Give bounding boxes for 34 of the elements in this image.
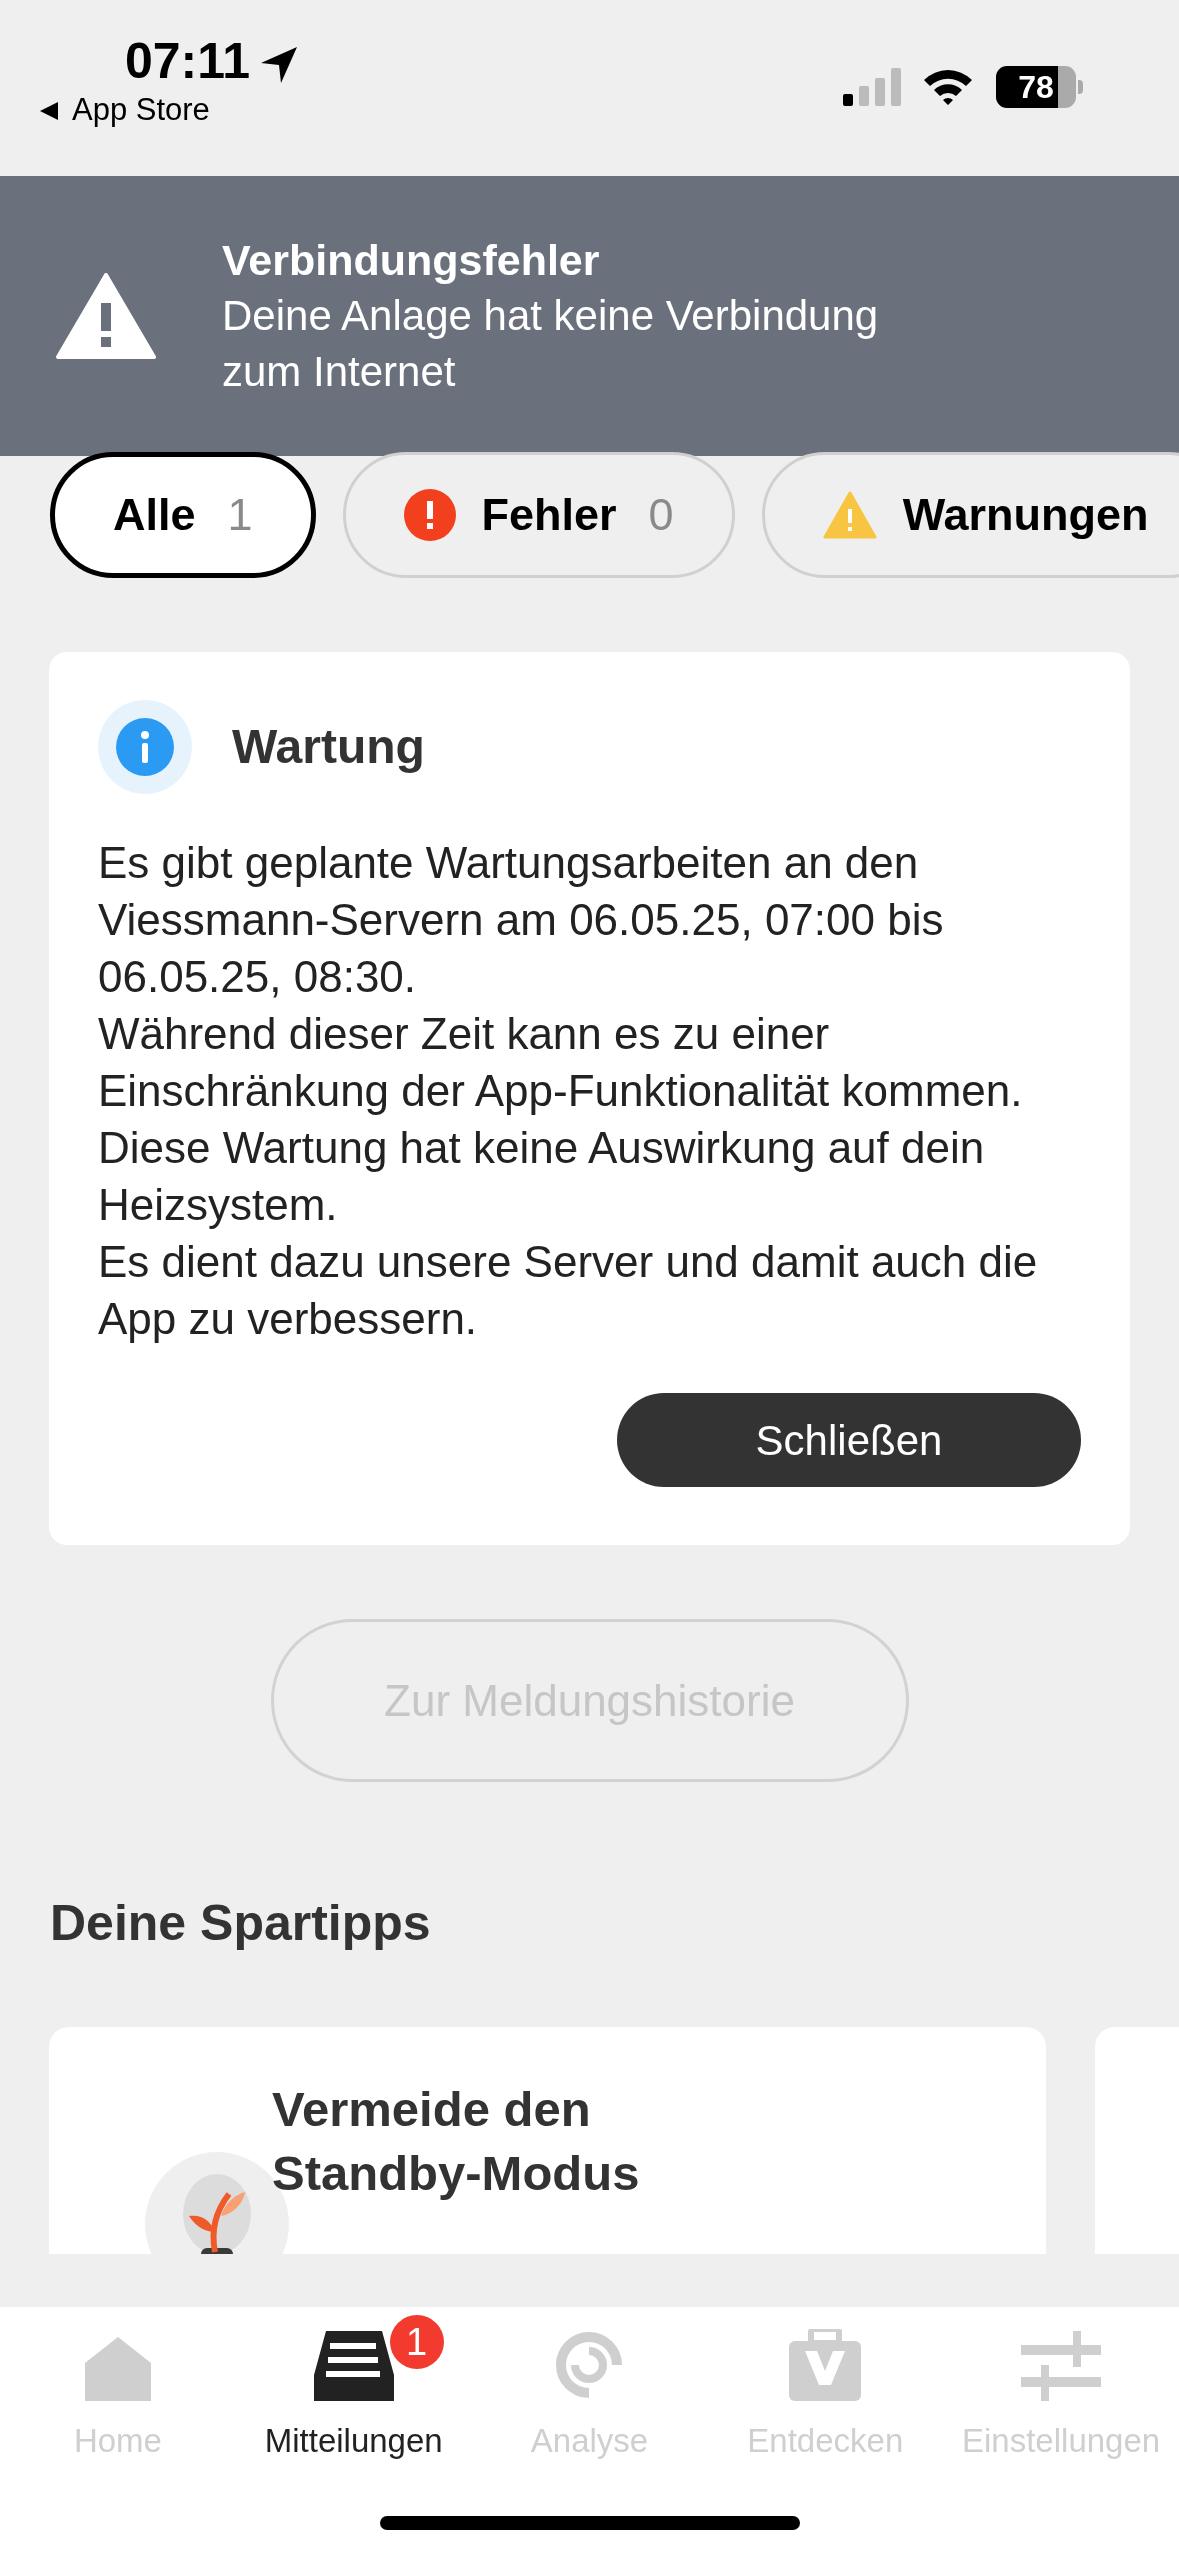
message-paragraph: Es dient dazu unsere Server und damit auch die App zu verbessern. bbox=[98, 1236, 1039, 1345]
warning-icon bbox=[56, 273, 156, 359]
card-title: Wartung bbox=[232, 719, 425, 775]
filter-chip[interactable]: Alle 1 bbox=[50, 452, 316, 578]
message-paragraph: Während dieser Zeit kann es zu einer Einschränkung der App-Funktionalität kommen. bbox=[98, 1008, 1024, 1117]
notification-badge: 1 bbox=[389, 2315, 444, 2369]
inbox-tray-icon bbox=[313, 2331, 394, 2401]
filter-chip[interactable]: Fehler 0 bbox=[342, 452, 735, 578]
info-icon bbox=[98, 700, 192, 794]
sliders-icon bbox=[1021, 2331, 1102, 2401]
back-link[interactable]: App Store bbox=[72, 94, 210, 125]
signal-icon bbox=[843, 68, 903, 106]
tip-title: Vermeide den Standby-Modus bbox=[272, 2081, 641, 2202]
banner-message: Deine Anlage hat keine Verbindung zum Internet bbox=[222, 291, 880, 397]
tip-card[interactable]: Vermeide den Standby-Modus bbox=[49, 2027, 1046, 2254]
briefcase-icon bbox=[789, 2329, 862, 2401]
message-paragraph: Es gibt geplante Wartungsarbeiten an den Viessmann-Servern am 06.05.25, 07:00 bis 06.05.25, 08:30. bbox=[98, 837, 945, 1003]
wifi-icon bbox=[922, 68, 974, 106]
filter-chip[interactable]: Warnungen bbox=[761, 452, 1179, 578]
location-arrow-icon bbox=[259, 45, 299, 85]
back-triangle-icon bbox=[38, 100, 60, 122]
section-title: Deine Spartipps bbox=[49, 1894, 432, 1953]
close-button[interactable]: Schließen bbox=[617, 1393, 1081, 1487]
message-paragraph: Diese Wartung hat keine Auswirkung auf dein Heizsystem. bbox=[98, 1122, 986, 1231]
banner-title: Verbindungsfehler bbox=[222, 235, 601, 286]
house-icon bbox=[84, 2337, 151, 2401]
tab-item[interactable]: 1 Mitteilungen bbox=[235, 2307, 472, 2461]
error-icon bbox=[403, 489, 456, 541]
battery-cap bbox=[1078, 80, 1083, 94]
clock: 07:11 bbox=[125, 36, 251, 86]
count-label: 0 bbox=[648, 488, 674, 543]
battery-level: 78 bbox=[1018, 71, 1054, 103]
warning-icon bbox=[822, 491, 877, 539]
count-label: 1 bbox=[227, 488, 253, 543]
